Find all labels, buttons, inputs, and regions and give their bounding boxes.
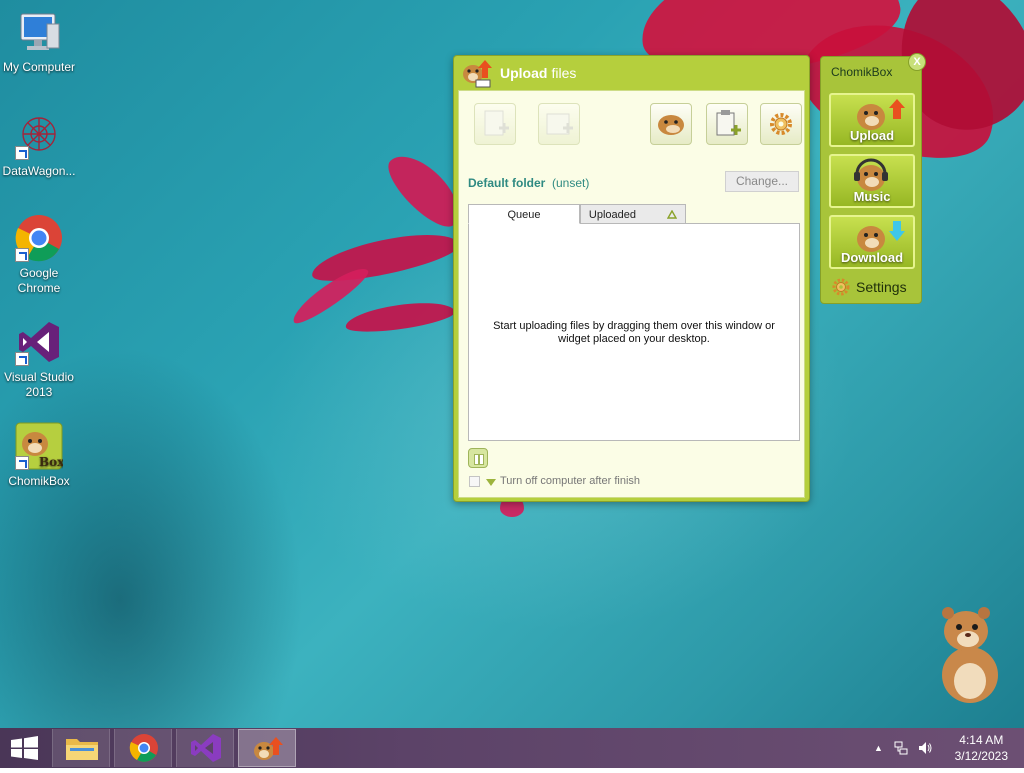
triangle-down-icon (486, 479, 496, 486)
chrome-icon (129, 734, 158, 762)
upload-files-window: Upload files Default folder (unset) Chan… (453, 55, 810, 502)
desktop-icon-chrome[interactable]: Google Chrome (0, 214, 78, 296)
settings-label: Settings (856, 279, 907, 295)
queue-list-panel[interactable]: Start uploading files by dragging them o… (468, 223, 800, 441)
turn-off-checkbox[interactable] (469, 476, 480, 487)
shortcut-arrow-icon (15, 352, 29, 366)
clipboard-add-icon (716, 110, 741, 136)
desktop-icon-datawagon[interactable]: DataWagon... (0, 112, 78, 179)
add-folder-icon (546, 113, 573, 135)
windows-logo-icon (11, 736, 38, 760)
default-folder-label: Default folder (unset) (468, 176, 589, 190)
start-button[interactable] (0, 729, 48, 767)
desktop-icon-label: Visual Studio 2013 (4, 370, 74, 399)
system-tray: ▲ (874, 728, 933, 768)
default-folder-value: (unset) (552, 176, 590, 190)
desktop-icon-label: ChomikBox (8, 474, 70, 488)
chomikbox-icon: Box (15, 422, 65, 470)
svg-text:Box: Box (39, 455, 63, 469)
desktop-icon-label: My Computer (2, 60, 76, 74)
upload-window-body: Default folder (unset) Change... Queue U… (458, 90, 805, 498)
taskbar-clock[interactable]: 4:14 AM 3/12/2023 (955, 732, 1008, 764)
pause-button[interactable] (468, 448, 488, 468)
desktop-icon-visual-studio[interactable]: Visual Studio 2013 (0, 318, 78, 400)
hamster-icon (658, 115, 684, 135)
chomik-upload-icon (254, 737, 283, 760)
upload-window-title-rest: files (551, 65, 577, 81)
music-button[interactable]: Music (829, 154, 915, 208)
triangle-up-icon (666, 209, 678, 219)
close-button[interactable]: X (908, 53, 926, 71)
change-folder-button[interactable]: Change... (725, 171, 799, 192)
speaker-icon[interactable] (917, 740, 933, 756)
desktop-icon-chomikbox[interactable]: Box ChomikBox (0, 422, 78, 489)
desktop: My Computer DataWagon... Google Chrome V… (0, 0, 1024, 728)
taskbar-chomikbox[interactable] (238, 729, 296, 767)
default-folder-title: Default folder (468, 176, 546, 190)
chomik-account-button[interactable] (650, 103, 692, 145)
network-icon[interactable] (893, 740, 909, 756)
visual-studio-icon (15, 318, 63, 366)
datawagon-icon (15, 112, 63, 160)
add-file-icon (484, 110, 509, 136)
clock-date: 3/12/2023 (954, 749, 1008, 763)
add-folder-button[interactable] (538, 103, 580, 145)
wallpaper-petal (343, 297, 457, 337)
tab-uploaded[interactable]: Uploaded (580, 204, 686, 224)
computer-icon (15, 8, 63, 56)
widget-title: ChomikBox (831, 65, 893, 79)
taskbar-visual-studio[interactable] (176, 729, 234, 767)
visual-studio-icon (191, 734, 221, 762)
upload-button-label: Upload (849, 128, 895, 143)
chomik-upload-icon (463, 60, 492, 88)
upload-settings-button[interactable] (760, 103, 802, 145)
add-files-button[interactable] (474, 103, 516, 145)
shortcut-arrow-icon (15, 146, 29, 160)
gear-icon (832, 278, 850, 296)
desktop-icon-label: DataWagon... (2, 164, 76, 178)
shortcut-arrow-icon (15, 456, 29, 470)
taskbar-file-explorer[interactable] (52, 729, 110, 767)
download-button-label: Download (840, 250, 904, 265)
tab-queue-label: Queue (507, 209, 541, 221)
taskbar: ▲ 4:14 AM 3/12/2023 (0, 728, 1024, 768)
tab-uploaded-label: Uploaded (588, 209, 637, 221)
gear-icon (770, 113, 792, 135)
tab-queue[interactable]: Queue (468, 204, 580, 224)
clock-time: 4:14 AM (959, 733, 1004, 747)
add-from-clipboard-button[interactable] (706, 103, 748, 145)
upload-button[interactable]: Upload (829, 93, 915, 147)
upload-window-title-bold: Upload (500, 65, 548, 81)
desktop-icon-my-computer[interactable]: My Computer (0, 8, 78, 75)
download-button[interactable]: Download (829, 215, 915, 269)
desktop-icon-label: Google Chrome (17, 266, 61, 295)
music-button-label: Music (853, 189, 891, 204)
chrome-icon (15, 214, 63, 262)
turn-off-label: Turn off computer after finish (500, 475, 641, 487)
settings-button[interactable]: Settings (831, 277, 907, 297)
wallpaper-petal (308, 224, 462, 290)
upload-window-titlebar[interactable]: Upload files (454, 56, 809, 90)
empty-queue-message: Start uploading files by dragging them o… (493, 320, 775, 345)
shortcut-arrow-icon (15, 248, 29, 262)
hamster-desktop-widget[interactable] (930, 605, 1010, 705)
show-hidden-icons-icon[interactable]: ▲ (874, 743, 883, 753)
taskbar-chrome[interactable] (114, 729, 172, 767)
chomikbox-widget: ChomikBox X Upload Music Download Settin… (820, 53, 926, 304)
folder-icon (66, 739, 98, 760)
